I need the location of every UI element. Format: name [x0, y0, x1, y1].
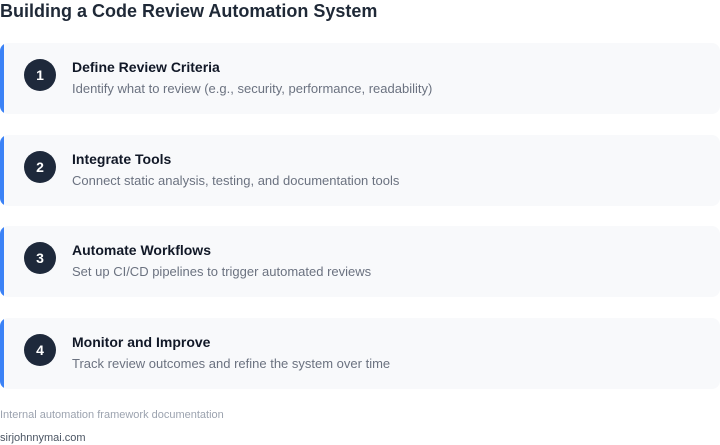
- step-title: Monitor and Improve: [72, 334, 211, 350]
- footer-note: Internal automation framework documentat…: [0, 409, 224, 421]
- page: Building a Code Review Automation System…: [0, 0, 720, 445]
- step-card-2: 2 Integrate Tools Connect static analysi…: [0, 135, 720, 206]
- step-number-badge: 1: [24, 59, 56, 91]
- step-number-badge: 4: [24, 334, 56, 366]
- step-title: Define Review Criteria: [72, 59, 220, 75]
- step-card-1: 1 Define Review Criteria Identify what t…: [0, 43, 720, 114]
- step-accent-bar: [0, 226, 4, 297]
- step-description: Connect static analysis, testing, and do…: [72, 173, 400, 188]
- step-card-3: 3 Automate Workflows Set up CI/CD pipeli…: [0, 226, 720, 297]
- step-title: Automate Workflows: [72, 242, 211, 258]
- step-title: Integrate Tools: [72, 151, 172, 167]
- step-card-4: 4 Monitor and Improve Track review outco…: [0, 318, 720, 389]
- step-accent-bar: [0, 43, 4, 114]
- step-number-badge: 2: [24, 151, 56, 183]
- step-accent-bar: [0, 135, 4, 206]
- step-description: Identify what to review (e.g., security,…: [72, 81, 433, 96]
- page-title: Building a Code Review Automation System: [0, 1, 378, 21]
- step-description: Set up CI/CD pipelines to trigger automa…: [72, 264, 372, 279]
- step-description: Track review outcomes and refine the sys…: [72, 356, 391, 371]
- step-accent-bar: [0, 318, 4, 389]
- footer-site-name: sirjohnnymai.com: [0, 432, 86, 444]
- step-number-badge: 3: [24, 242, 56, 274]
